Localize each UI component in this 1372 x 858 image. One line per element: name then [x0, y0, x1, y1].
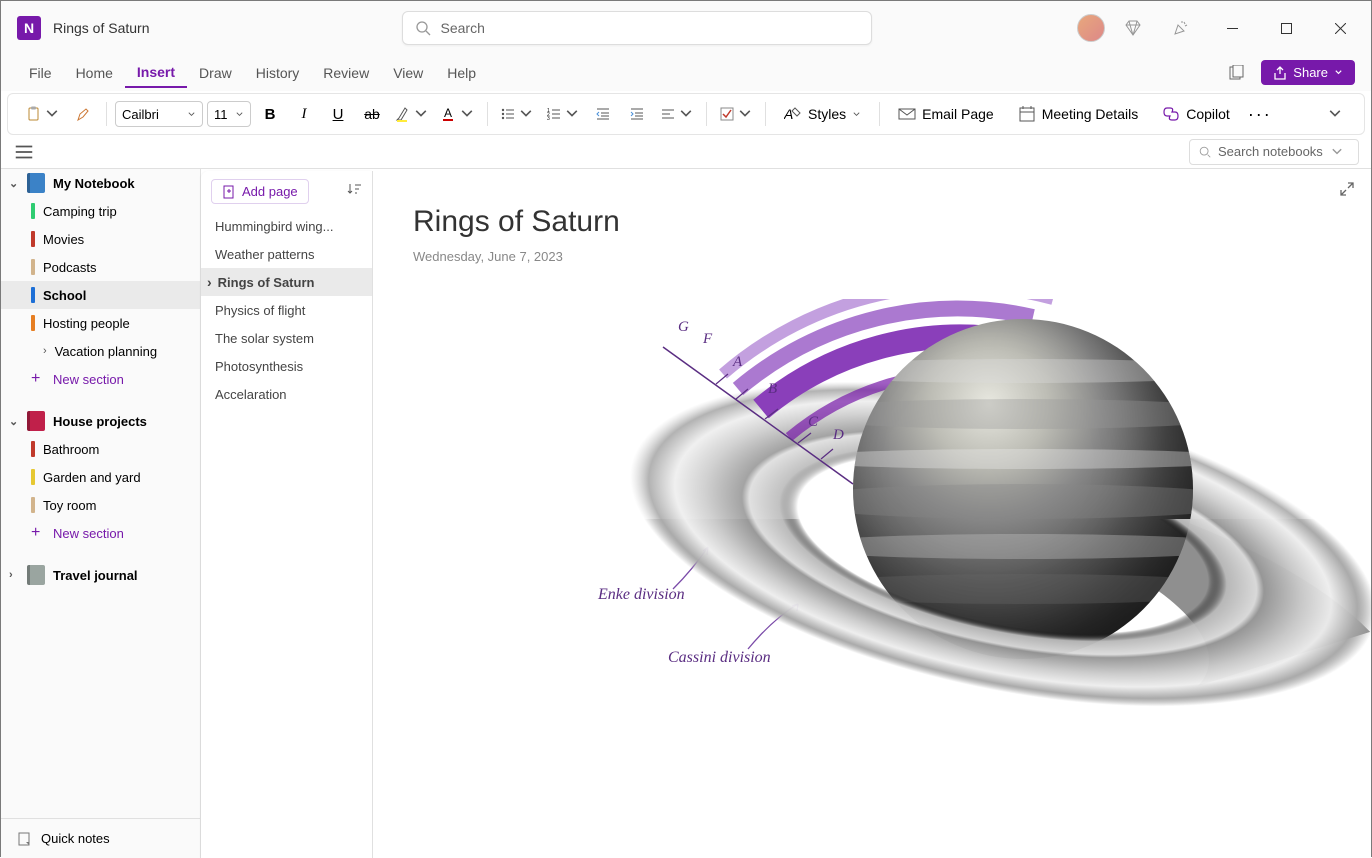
chevron-down-icon — [1330, 145, 1344, 159]
chevron-down-icon — [1334, 68, 1343, 77]
sort-pages-button[interactable] — [346, 181, 362, 202]
bold-button[interactable]: B — [255, 99, 285, 129]
section-item[interactable]: School — [1, 281, 200, 309]
section-item[interactable]: Hosting people — [1, 309, 200, 337]
calendar-icon — [1018, 105, 1036, 123]
page-item[interactable]: Accelaration — [201, 380, 372, 408]
ring-label-g: G — [678, 319, 689, 336]
maximize-button[interactable] — [1263, 12, 1309, 44]
underline-button[interactable]: U — [323, 99, 353, 129]
ribbon-tabs: File Home Insert Draw History Review Vie… — [1, 55, 1371, 91]
tab-home[interactable]: Home — [64, 59, 125, 87]
tab-history[interactable]: History — [244, 59, 312, 87]
page-item[interactable]: The solar system — [201, 324, 372, 352]
nav-toggle-button[interactable] — [13, 141, 35, 163]
notebook-sidebar: ⌄My NotebookCamping tripMoviesPodcastsSc… — [1, 169, 201, 858]
italic-button[interactable]: I — [289, 99, 319, 129]
app-icon: N — [17, 16, 41, 40]
paste-button[interactable] — [22, 99, 64, 129]
add-page-icon — [222, 185, 236, 199]
new-section-button[interactable]: +New section — [1, 519, 200, 547]
svg-text:3: 3 — [547, 116, 550, 122]
more-button[interactable]: ··· — [1244, 99, 1276, 129]
styles-button[interactable]: AStyles — [774, 99, 871, 129]
expand-button[interactable] — [1339, 181, 1355, 202]
section-item[interactable]: ›Vacation planning — [1, 337, 200, 365]
svg-text:A: A — [444, 106, 452, 120]
quick-notes-button[interactable]: Quick notes — [1, 818, 200, 858]
diamond-icon[interactable] — [1113, 8, 1153, 48]
new-section-button[interactable]: +New section — [1, 365, 200, 393]
page-item[interactable]: Photosynthesis — [201, 352, 372, 380]
tab-review[interactable]: Review — [311, 59, 381, 87]
notebook-header[interactable]: ›Travel journal — [1, 561, 200, 589]
window-title: Rings of Saturn — [53, 20, 150, 36]
avatar[interactable] — [1077, 14, 1105, 42]
annotation-enke: Enke division — [598, 586, 685, 604]
todo-tag-button[interactable] — [715, 99, 757, 129]
format-painter-button[interactable] — [68, 99, 98, 129]
highlight-button[interactable] — [391, 99, 433, 129]
font-color-button[interactable]: A — [437, 99, 479, 129]
search-icon — [1198, 145, 1212, 159]
notebook-header[interactable]: ⌄House projects — [1, 407, 200, 435]
styles-icon: A — [784, 105, 802, 123]
section-item[interactable]: Toy room — [1, 491, 200, 519]
tab-file[interactable]: File — [17, 59, 64, 87]
section-item[interactable]: Bathroom — [1, 435, 200, 463]
font-select[interactable]: Cailbri — [115, 101, 203, 127]
ring-label-b: B — [768, 381, 777, 398]
tab-insert[interactable]: Insert — [125, 58, 187, 88]
envelope-icon — [898, 105, 916, 123]
notebook-search-input[interactable]: Search notebooks — [1189, 139, 1359, 165]
align-button[interactable] — [656, 99, 698, 129]
annotation-cassini: Cassini division — [668, 649, 771, 667]
saturn-illustration: G F A B C D Enke division Cassini divisi… — [603, 299, 1371, 779]
page-item[interactable]: Hummingbird wing... — [201, 212, 372, 240]
email-page-button[interactable]: Email Page — [888, 99, 1004, 129]
tab-view[interactable]: View — [381, 59, 435, 87]
ring-label-a: A — [733, 354, 742, 371]
tab-help[interactable]: Help — [435, 59, 488, 87]
share-icon — [1273, 66, 1287, 80]
search-icon — [415, 20, 431, 36]
search-input[interactable]: Search — [402, 11, 872, 45]
celebrate-icon[interactable] — [1161, 8, 1201, 48]
pages-panel: Add page Hummingbird wing...Weather patt… — [201, 171, 373, 858]
add-page-button[interactable]: Add page — [211, 179, 309, 204]
notebook-header[interactable]: ⌄My Notebook — [1, 169, 200, 197]
ring-label-d: D — [833, 427, 844, 444]
bullets-button[interactable] — [496, 99, 538, 129]
meeting-details-button[interactable]: Meeting Details — [1008, 99, 1149, 129]
page-item[interactable]: Rings of Saturn — [201, 268, 372, 296]
section-item[interactable]: Garden and yard — [1, 463, 200, 491]
section-item[interactable]: Podcasts — [1, 253, 200, 281]
page-date: Wednesday, June 7, 2023 — [413, 249, 1331, 264]
share-button[interactable]: Share — [1261, 60, 1355, 85]
section-item[interactable]: Camping trip — [1, 197, 200, 225]
ribbon-toolbar: Cailbri 11 B I U ab A 123 AStyles Email … — [7, 93, 1365, 135]
ribbon-collapse-button[interactable] — [1320, 99, 1350, 129]
close-button[interactable] — [1317, 12, 1363, 44]
font-size-select[interactable]: 11 — [207, 101, 251, 127]
page-mode-button[interactable] — [1221, 59, 1253, 87]
page-title[interactable]: Rings of Saturn — [413, 205, 1331, 239]
tab-draw[interactable]: Draw — [187, 59, 244, 87]
minimize-button[interactable] — [1209, 12, 1255, 44]
page-item[interactable]: Weather patterns — [201, 240, 372, 268]
copilot-button[interactable]: Copilot — [1152, 99, 1240, 129]
numbering-button[interactable]: 123 — [542, 99, 584, 129]
strikethrough-button[interactable]: ab — [357, 99, 387, 129]
page-item[interactable]: Physics of flight — [201, 296, 372, 324]
section-item[interactable]: Movies — [1, 225, 200, 253]
svg-text:A: A — [784, 106, 793, 122]
note-icon — [17, 831, 33, 847]
copilot-icon — [1162, 105, 1180, 123]
ring-label-f: F — [703, 331, 712, 348]
ring-label-c: C — [808, 414, 818, 431]
indent-button[interactable] — [622, 99, 652, 129]
outdent-button[interactable] — [588, 99, 618, 129]
page-content[interactable]: Rings of Saturn Wednesday, June 7, 2023 — [373, 169, 1371, 858]
